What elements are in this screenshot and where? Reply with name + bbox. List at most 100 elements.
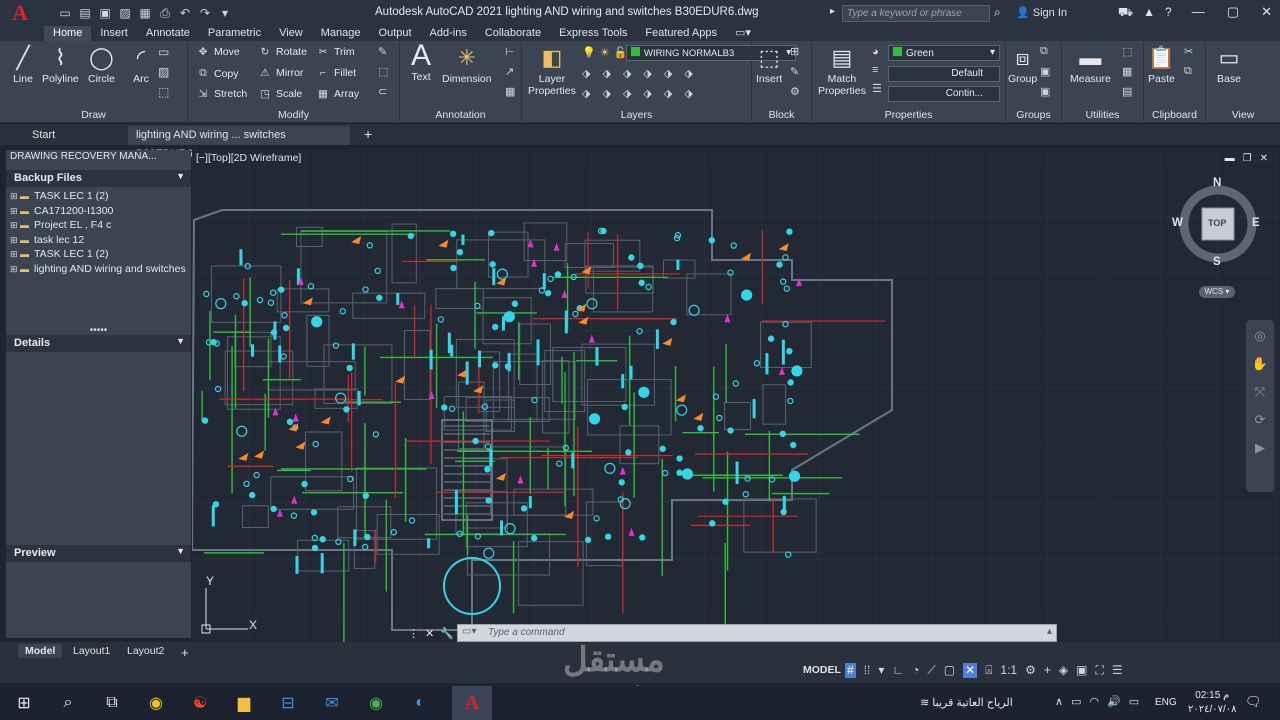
group-edit-icon[interactable]: ▣: [1040, 65, 1050, 78]
minimize-icon[interactable]: —: [1192, 4, 1205, 20]
wcs-menu[interactable]: WCS ▾: [1199, 286, 1235, 298]
layer-tool-1-icon[interactable]: ⬗: [582, 67, 590, 80]
group-tool[interactable]: ⧈ Group: [1008, 45, 1037, 85]
lightbulb-icon[interactable]: 💡: [582, 46, 596, 59]
stretch-tool[interactable]: ⇲ Stretch: [196, 88, 248, 100]
viewport-minimize-icon[interactable]: ▬: [1225, 153, 1235, 164]
drawing-tab[interactable]: lighting AND wiring ... switches B30EDUR…: [128, 126, 350, 160]
line-tool[interactable]: ╱ Line: [10, 45, 36, 85]
workspace-gear-icon[interactable]: ⚙: [1025, 663, 1036, 678]
select-all-icon[interactable]: ▦: [1122, 65, 1132, 78]
backup-file-item[interactable]: ⊞ ▬ lighting AND wiring and switches: [10, 263, 187, 278]
lineweight-dropdown[interactable]: Default: [888, 66, 1000, 82]
chrome-icon[interactable]: ◉: [144, 692, 168, 714]
layer-tool-12-icon[interactable]: ⬗: [684, 87, 692, 100]
close-icon[interactable]: ✕: [1261, 4, 1272, 20]
leader-icon[interactable]: ↗: [505, 65, 515, 78]
copy-clip-icon[interactable]: ⧉: [1184, 65, 1193, 78]
compass-north[interactable]: N: [1213, 177, 1221, 189]
viewport-controls-label[interactable]: [−][Top][2D Wireframe]: [196, 152, 301, 164]
backup-file-item[interactable]: ⊞ ▬ TASK LEC 1 (2): [10, 248, 187, 263]
expand-icon[interactable]: ⊞: [10, 191, 20, 202]
ribbon-tab-featured-apps[interactable]: Featured Apps: [636, 26, 726, 41]
annotation-panel-title[interactable]: Annotation: [400, 109, 521, 121]
chevron-right-icon[interactable]: ▸: [830, 6, 835, 17]
chrome-profile-icon[interactable]: ◉: [364, 692, 388, 714]
ribbon-display-toggle-icon[interactable]: ▭▾: [726, 26, 760, 41]
zoom-extents-icon[interactable]: ⤧: [1255, 384, 1265, 400]
groups-panel-title[interactable]: Groups: [1006, 109, 1061, 121]
color-dropdown[interactable]: Green ▾: [888, 45, 1000, 61]
chevron-up-icon[interactable]: ∧: [1055, 695, 1063, 708]
file-explorer-icon[interactable]: ▆: [232, 692, 256, 714]
details-section[interactable]: Details ▼: [6, 335, 191, 352]
layer-tool-9-icon[interactable]: ⬗: [623, 87, 631, 100]
close-command-icon[interactable]: ✕: [425, 627, 434, 640]
ribbon-tab-collaborate[interactable]: Collaborate: [476, 26, 550, 41]
app-swirl-icon[interactable]: ☯: [188, 692, 212, 714]
showmotion-icon[interactable]: ▶: [1255, 440, 1265, 456]
notifications-icon[interactable]: 🗨: [1245, 694, 1262, 710]
ribbon-tab-express-tools[interactable]: Express Tools: [550, 26, 636, 41]
isodraft-icon[interactable]: ⟋: [927, 663, 935, 678]
battery-icon[interactable]: ▭: [1129, 695, 1139, 708]
compass-east[interactable]: E: [1252, 217, 1260, 229]
polar-icon[interactable]: ◔: [912, 663, 919, 678]
plus-icon[interactable]: +: [1044, 663, 1051, 678]
viewcube-top-face[interactable]: TOP: [1208, 218, 1226, 228]
cart-icon[interactable]: ⛟: [1118, 5, 1133, 21]
fillet-tool[interactable]: ⌐ Fillet: [316, 67, 356, 79]
layer-tool-2-icon[interactable]: ⬗: [602, 67, 610, 80]
layer-tool-8-icon[interactable]: ⬗: [602, 87, 610, 100]
paste-tool[interactable]: 📋 Paste: [1148, 45, 1175, 85]
backup-file-item[interactable]: ⊞ ▬ task lec 12: [10, 234, 187, 249]
multileader-icon[interactable]: ⊢: [505, 45, 515, 58]
viewport-restore-icon[interactable]: ❐: [1243, 153, 1252, 164]
base-tool[interactable]: ▭ Base: [1216, 45, 1242, 85]
ribbon-tab-parametric[interactable]: Parametric: [199, 26, 270, 41]
annotation-scale-icon[interactable]: ⍓: [985, 663, 992, 678]
calculator-icon[interactable]: ▤: [1122, 85, 1132, 98]
command-input[interactable]: ▭▾ Type a command ▴: [457, 624, 1057, 642]
print-icon[interactable]: ⎙: [158, 6, 172, 21]
drawing-viewport[interactable]: [190, 150, 1280, 687]
edge-icon[interactable]: ◐: [408, 692, 432, 714]
ribbon-tab-insert[interactable]: Insert: [91, 26, 137, 41]
compass-west[interactable]: W: [1172, 217, 1183, 229]
steering-wheel-icon[interactable]: ◎: [1254, 328, 1265, 344]
mirror-tool[interactable]: ⚠ Mirror: [258, 67, 303, 79]
viewport-close-icon[interactable]: ✕: [1260, 153, 1268, 164]
modify-panel-title[interactable]: Modify: [188, 109, 399, 121]
open-folder-icon[interactable]: ▤: [78, 6, 92, 20]
layers-panel-title[interactable]: Layers: [522, 109, 751, 121]
insert-tool[interactable]: ⬚ Insert: [756, 45, 782, 85]
move-tool[interactable]: ✥ Move: [196, 46, 240, 58]
network-icon[interactable]: ▭: [1071, 695, 1081, 708]
qat-dropdown-icon[interactable]: ▾: [218, 6, 232, 20]
layer-tool-11-icon[interactable]: ⬗: [664, 87, 672, 100]
block-panel-title[interactable]: Block: [752, 109, 811, 121]
scale-value[interactable]: 1:1: [1000, 663, 1017, 678]
wifi-icon[interactable]: ◠: [1089, 695, 1099, 708]
region-icon[interactable]: ⬚: [158, 85, 169, 99]
table-icon[interactable]: ▦: [505, 85, 515, 98]
copy-tool[interactable]: ⧉ Copy: [196, 67, 238, 80]
properties-panel-title[interactable]: Properties: [812, 109, 1005, 121]
ungroup-icon[interactable]: ⧉: [1040, 45, 1050, 58]
hatch-icon[interactable]: ▨: [158, 65, 169, 79]
model-space-toggle[interactable]: MODEL: [803, 664, 841, 676]
create-block-icon[interactable]: ⊞: [790, 45, 800, 58]
measure-tool[interactable]: ▬ Measure: [1070, 45, 1111, 85]
linetype-icon[interactable]: ☰: [872, 82, 882, 95]
new-tab-icon[interactable]: +: [356, 126, 380, 145]
undo-icon[interactable]: ↶: [178, 6, 192, 20]
hardware-accel-icon[interactable]: ▣: [1076, 663, 1087, 678]
autocad-taskbar-icon[interactable]: A: [452, 686, 492, 720]
redo-icon[interactable]: ↷: [198, 6, 212, 20]
search-input[interactable]: Type a keyword or phrase: [842, 5, 990, 22]
splitter-grip[interactable]: •••••: [6, 326, 191, 336]
expand-icon[interactable]: ⊞: [10, 235, 20, 246]
backup-file-item[interactable]: ⊞ ▬ TASK LEC 1 (2): [10, 190, 187, 205]
start-tab[interactable]: Start: [24, 126, 63, 145]
new-file-icon[interactable]: ▭: [58, 6, 72, 20]
